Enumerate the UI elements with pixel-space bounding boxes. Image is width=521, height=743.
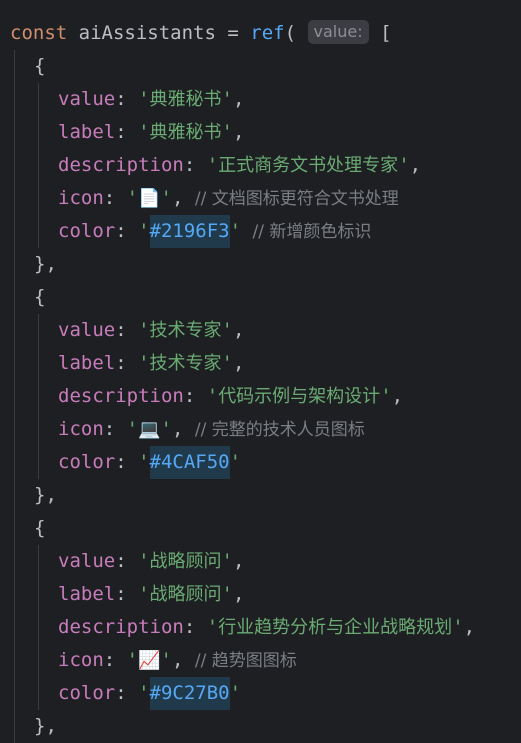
code-line-label: label: '战略顾问', bbox=[58, 583, 245, 605]
code-comment: // 文档图标更符合文书处理 bbox=[194, 189, 399, 209]
code-line-value: value: '战略顾问', bbox=[58, 550, 245, 572]
code-line-color: color: '#9C27B0' bbox=[58, 677, 241, 710]
color-value: #2196F3 bbox=[149, 215, 230, 248]
code-comment: // 新增颜色标识 bbox=[252, 222, 372, 242]
chart-increasing-icon: 📈 bbox=[138, 650, 161, 671]
open-paren: ( bbox=[284, 22, 297, 44]
code-line-label: label: '技术专家', bbox=[58, 352, 245, 374]
code-line-open-brace: { bbox=[34, 517, 46, 539]
code-line-value: value: '技术专家', bbox=[58, 319, 245, 341]
variable-name: aiAssistants bbox=[78, 22, 216, 44]
code-line-description: description: '正式商务文书处理专家', bbox=[58, 154, 422, 176]
parameter-hint: value: bbox=[307, 20, 369, 44]
code-line-description: description: '行业趋势分析与企业战略规划', bbox=[58, 616, 476, 638]
indent-guide-inner bbox=[38, 83, 39, 248]
indent-guide-outer bbox=[14, 50, 15, 743]
code-line-value: value: '典雅秘书', bbox=[58, 88, 245, 110]
color-value: #9C27B0 bbox=[149, 677, 230, 710]
code-line-description: description: '代码示例与架构设计', bbox=[58, 385, 404, 407]
code-line-icon: icon: '💻', // 完整的技术人员图标 bbox=[58, 418, 365, 440]
code-line-declaration: const aiAssistants = ref( value: [ bbox=[10, 17, 392, 50]
code-line-label: label: '典雅秘书', bbox=[58, 121, 245, 143]
code-comment: // 趋势图图标 bbox=[194, 651, 297, 671]
indent-guide-inner bbox=[38, 545, 39, 710]
indent-guide-inner bbox=[38, 314, 39, 479]
code-line-icon: icon: '📈', // 趋势图图标 bbox=[58, 649, 297, 671]
code-line-open-brace: { bbox=[34, 286, 46, 308]
code-line-color: color: '#4CAF50' bbox=[58, 446, 241, 479]
code-line-close-brace: }, bbox=[34, 253, 57, 275]
code-editor[interactable]: const aiAssistants = ref( value: [ { val… bbox=[0, 0, 521, 743]
color-value: #4CAF50 bbox=[149, 446, 230, 479]
code-comment: // 完整的技术人员图标 bbox=[194, 420, 365, 440]
laptop-icon: 💻 bbox=[138, 419, 161, 440]
keyword-const: const bbox=[10, 22, 68, 44]
assign-operator: = bbox=[227, 22, 239, 44]
code-line-color: color: '#2196F3' // 新增颜色标识 bbox=[58, 215, 371, 248]
function-ref: ref bbox=[250, 22, 285, 44]
code-line-close-brace: }, bbox=[34, 715, 57, 737]
code-line-icon: icon: '📄', // 文档图标更符合文书处理 bbox=[58, 187, 399, 209]
document-icon: 📄 bbox=[138, 188, 161, 209]
code-line-close-brace: }, bbox=[34, 484, 57, 506]
code-line-open-brace: { bbox=[34, 55, 46, 77]
open-bracket: [ bbox=[380, 22, 392, 44]
